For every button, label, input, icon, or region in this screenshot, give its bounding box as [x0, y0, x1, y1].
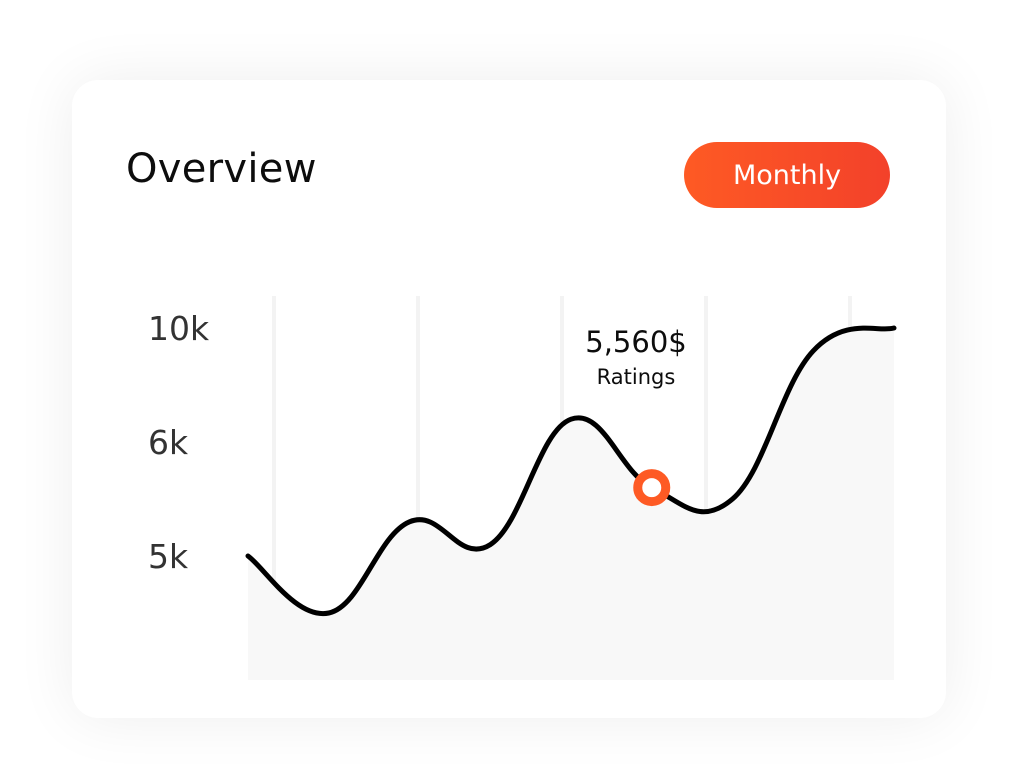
- y-tick-label: 6k: [148, 423, 189, 462]
- y-tick-label: 5k: [148, 537, 189, 576]
- highlight-point[interactable]: [633, 469, 671, 507]
- highlight-sub-label: Ratings: [597, 365, 676, 389]
- line-chart: 10k 6k 5k 5,560$ Ratings: [148, 296, 897, 680]
- highlight-value-label: 5,560$: [585, 325, 686, 359]
- y-axis-ticks: 10k 6k 5k: [148, 309, 210, 576]
- area-fill: [248, 328, 894, 680]
- y-tick-label: 10k: [148, 309, 210, 348]
